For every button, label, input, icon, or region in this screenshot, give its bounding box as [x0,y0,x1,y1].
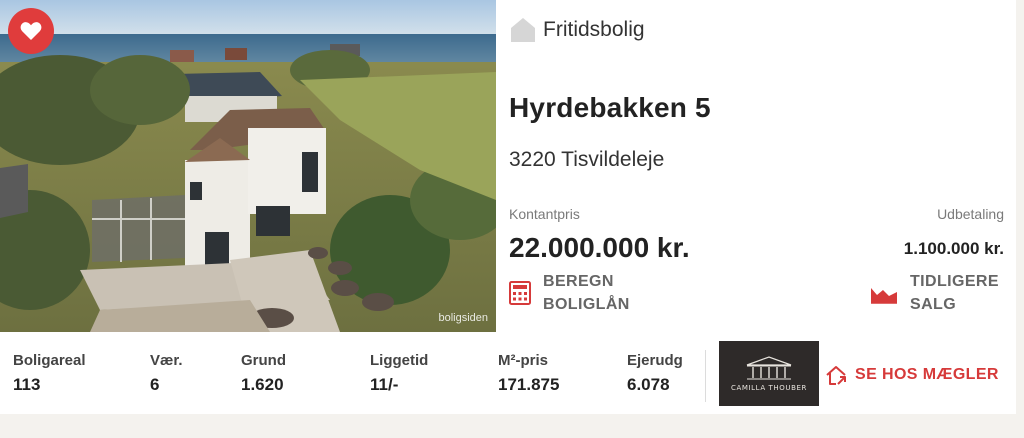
calculator-icon [509,281,531,305]
photo-watermark: boligsiden [438,312,488,324]
stat-label: Vær. [150,352,183,369]
previous-sales-label: TIDLIGERE SALG [910,273,999,313]
broker-logo[interactable]: CAMILLA THOUBER [719,341,819,406]
stat-value: 1.620 [241,375,284,394]
property-type-label: Fritidsbolig [543,18,645,41]
see-at-broker-label: SE HOS MÆGLER [855,366,999,383]
broker-logo-text: CAMILLA THOUBER [730,384,808,392]
area-chart-icon [871,288,897,304]
stat-label: Ejerudg [627,352,683,369]
stat-value: 6.078 [627,375,670,394]
stat-ejerudg: Ejerudg 6.078 [627,352,683,395]
price-label: Kontantpris [509,206,580,222]
stat-label: Liggetid [370,352,429,369]
favorite-button[interactable] [8,8,54,54]
stat-boligareal: Boligareal 113 [13,352,86,395]
stat-value: 6 [150,375,160,394]
listing-photo[interactable]: boligsiden [0,0,496,332]
stat-value: 171.875 [498,375,560,394]
stat-m2-price: M²-pris 171.875 [498,352,559,395]
property-image [0,0,496,332]
stat-rooms: Vær. 6 [150,352,183,395]
calculate-loan-button[interactable]: BEREGN BOLIGLÅN [509,270,630,316]
stat-grund: Grund 1.620 [241,352,286,395]
listing-address[interactable]: Hyrdebakken 5 [509,92,711,124]
heart-icon [20,22,42,40]
listing-card[interactable]: boligsiden Fritidsbolig Hyrdebakken 5 32… [0,0,1016,414]
stat-label: Grund [241,352,286,369]
stat-label: Boligareal [13,352,86,369]
listing-city: 3220 Tisvildeleje [509,148,665,171]
stat-value: 113 [13,375,41,394]
stat-label: M²-pris [498,352,548,369]
price-value: 22.000.000 kr. [509,232,690,263]
stats-bar: Boligareal 113 Vær. 6 Grund 1.620 Ligget… [0,338,710,414]
previous-sales-button[interactable]: TIDLIGERE SALG [870,270,999,316]
stat-liggetid: Liggetid 11/- [370,352,428,395]
broker-building-logo [746,356,792,380]
property-type: Fritidsbolig [509,16,645,44]
house-icon [511,18,535,42]
stats-divider [705,350,706,402]
calculate-loan-label: BEREGN BOLIGLÅN [543,273,630,313]
payment-value: 1.100.000 kr. [903,239,1004,258]
see-at-broker-button[interactable]: SE HOS MÆGLER [825,364,999,386]
payment-label: Udbetaling [937,206,1004,222]
stat-value: 11/- [370,375,399,394]
house-link-icon [826,366,846,385]
